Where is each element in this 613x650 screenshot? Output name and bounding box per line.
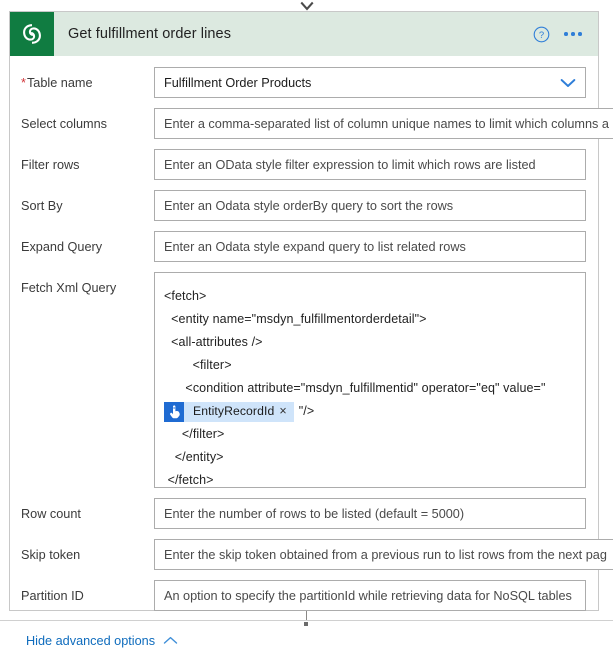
- field-row-expand-query: Expand Query Enter an Odata style expand…: [10, 231, 598, 262]
- field-control-partition-id: An option to specify the partitionId whi…: [154, 580, 586, 611]
- fetch-xml-editor[interactable]: <fetch> <entity name="msdyn_fulfillmento…: [154, 272, 586, 488]
- field-control-skip-token: Enter the skip token obtained from a pre…: [154, 539, 613, 570]
- card-body: *Table name Fulfillment Order Products S…: [10, 67, 613, 650]
- field-label-partition-id: Partition ID: [21, 589, 84, 603]
- field-control-table-name: Fulfillment Order Products: [154, 67, 586, 98]
- skip-token-placeholder: Enter the skip token obtained from a pre…: [164, 547, 607, 562]
- field-row-table-name: *Table name Fulfillment Order Products: [10, 67, 598, 98]
- filter-rows-input[interactable]: Enter an OData style filter expression t…: [154, 149, 586, 180]
- code-token-tail: "/>: [298, 404, 315, 418]
- field-row-sort-by: Sort By Enter an Odata style orderBy que…: [10, 190, 598, 221]
- field-label-select-columns: Select columns: [21, 117, 108, 131]
- skip-token-input[interactable]: Enter the skip token obtained from a pre…: [154, 539, 613, 570]
- field-row-skip-token: Skip token Enter the skip token obtained…: [10, 539, 613, 570]
- hide-advanced-options-link[interactable]: Hide advanced options: [10, 632, 178, 650]
- field-label-expand-query: Expand Query: [21, 240, 103, 254]
- connector-line: [306, 611, 307, 620]
- field-control-filter-rows: Enter an OData style filter expression t…: [154, 149, 586, 180]
- code-line: </entity>: [164, 450, 224, 464]
- hide-advanced-options-label: Hide advanced options: [26, 634, 156, 648]
- connector-divider: [0, 620, 613, 621]
- code-line: <condition attribute="msdyn_fulfillmenti…: [164, 381, 546, 395]
- close-icon[interactable]: ×: [279, 405, 293, 418]
- code-line: <fetch>: [164, 289, 207, 303]
- field-label-row-count: Row count: [21, 507, 81, 521]
- field-control-sort-by: Enter an Odata style orderBy query to so…: [154, 190, 586, 221]
- filter-rows-placeholder: Enter an OData style filter expression t…: [164, 157, 536, 172]
- field-label-fetch-xml: Fetch Xml Query: [21, 281, 117, 295]
- field-label-skip-token: Skip token: [21, 548, 81, 562]
- chevron-down-icon[interactable]: [560, 78, 576, 88]
- row-count-input[interactable]: Enter the number of rows to be listed (d…: [154, 498, 586, 529]
- tap-hand-icon: [164, 401, 184, 422]
- field-row-row-count: Row count Enter the number of rows to be…: [10, 498, 598, 529]
- code-line: </filter>: [164, 427, 225, 441]
- field-label-filter-rows: Filter rows: [21, 158, 80, 172]
- code-line: </fetch>: [164, 473, 214, 487]
- required-asterisk: *: [21, 76, 26, 90]
- partition-id-placeholder: An option to specify the partitionId whi…: [164, 588, 572, 603]
- row-count-placeholder: Enter the number of rows to be listed (d…: [164, 506, 465, 521]
- flow-connector-top: [0, 0, 613, 11]
- field-label-sort-by: Sort By: [21, 199, 63, 213]
- code-line: <all-attributes />: [164, 335, 263, 349]
- dynamic-content-token[interactable]: EntityRecordId ×: [164, 401, 294, 422]
- table-name-value: Fulfillment Order Products: [164, 75, 312, 90]
- field-control-select-columns: Enter a comma-separated list of column u…: [154, 108, 613, 139]
- field-label-table-name: *Table name: [21, 76, 93, 90]
- chevron-up-icon[interactable]: [163, 632, 178, 650]
- code-line: <entity name="msdyn_fulfillmentorderdeta…: [164, 312, 427, 326]
- field-row-fetch-xml: Fetch Xml Query <fetch> <entity name="ms…: [10, 272, 598, 488]
- action-card: Get fulfillment order lines ? *Table nam…: [9, 11, 613, 648]
- token-label: EntityRecordId: [193, 404, 275, 418]
- field-control-row-count: Enter the number of rows to be listed (d…: [154, 498, 586, 529]
- code-line-with-token: EntityRecordId × "/>: [164, 400, 576, 423]
- expand-query-placeholder: Enter an Odata style expand query to lis…: [164, 239, 466, 254]
- help-circle-icon[interactable]: ?: [533, 26, 550, 43]
- connector-dot: [304, 622, 308, 626]
- table-name-dropdown[interactable]: Fulfillment Order Products: [154, 67, 586, 98]
- field-control-fetch-xml: <fetch> <entity name="msdyn_fulfillmento…: [154, 272, 586, 488]
- partition-id-input[interactable]: An option to specify the partitionId whi…: [154, 580, 586, 611]
- card-header[interactable]: Get fulfillment order lines ?: [10, 12, 598, 56]
- expand-query-input[interactable]: Enter an Odata style expand query to lis…: [154, 231, 586, 262]
- sort-by-placeholder: Enter an Odata style orderBy query to so…: [164, 198, 454, 213]
- dataverse-icon: [10, 12, 54, 56]
- sort-by-input[interactable]: Enter an Odata style orderBy query to so…: [154, 190, 586, 221]
- field-control-expand-query: Enter an Odata style expand query to lis…: [154, 231, 586, 262]
- svg-text:?: ?: [539, 30, 544, 41]
- card-title: Get fulfillment order lines: [68, 26, 232, 42]
- field-row-filter-rows: Filter rows Enter an OData style filter …: [10, 149, 598, 180]
- field-row-select-columns: Select columns Enter a comma-separated l…: [10, 108, 613, 139]
- code-line: <filter>: [164, 358, 232, 372]
- more-horizontal-icon[interactable]: [562, 25, 584, 43]
- select-columns-placeholder: Enter a comma-separated list of column u…: [164, 116, 609, 131]
- header-actions: ?: [533, 25, 598, 43]
- select-columns-input[interactable]: Enter a comma-separated list of column u…: [154, 108, 613, 139]
- flow-connector-bottom: [0, 611, 613, 628]
- field-row-partition-id: Partition ID An option to specify the pa…: [10, 580, 598, 611]
